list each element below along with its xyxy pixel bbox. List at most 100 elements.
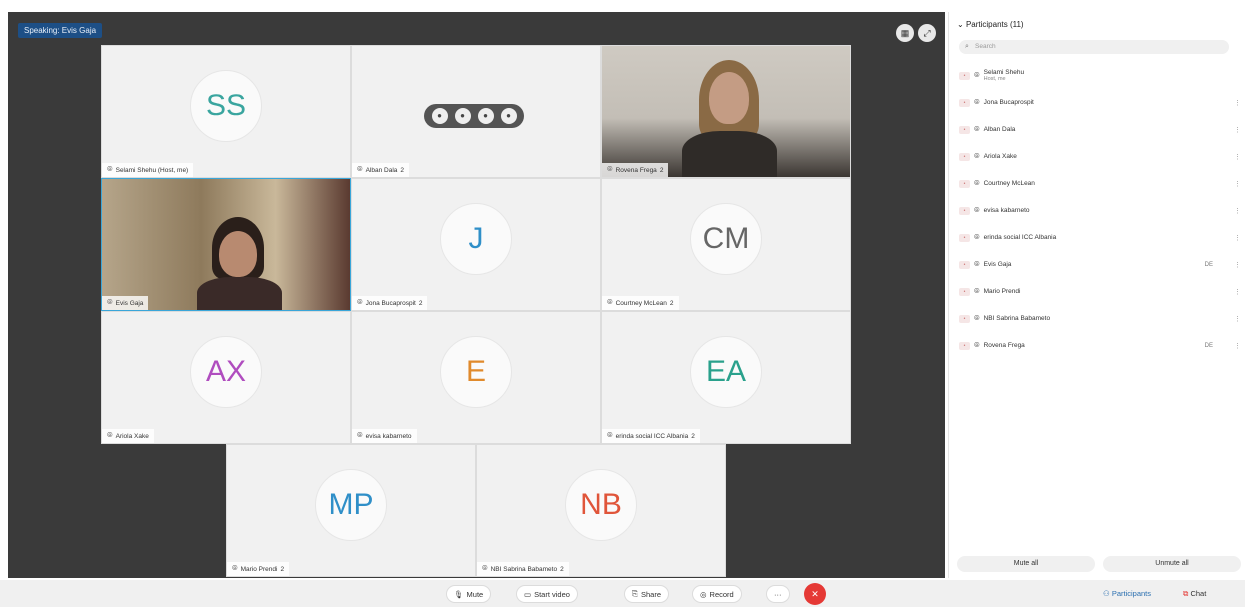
fullscreen-icon[interactable]: ⤢ [918,24,936,42]
mic-icon[interactable]: ⦾ [974,288,980,296]
participant-name: Ariola Xake [115,432,149,440]
record-button[interactable]: ◎ Record [692,585,742,603]
mute-all-button[interactable]: Mute all [957,556,1095,572]
list-item[interactable]: • ⦾ Evis Gaja DE ⋮ [959,251,1245,278]
participant-tile[interactable]: E ⦾ evisa kabarneto [351,311,601,444]
participant-role: Host, me [983,76,1006,82]
list-item[interactable]: • ⦾ Rovena Frega DE ⋮ [959,332,1245,359]
list-item[interactable]: • ⦾ Jona Bucaprospit ⋮ [959,89,1245,116]
mic-icon[interactable]: ⦾ [974,72,980,80]
mic-icon: ⦾ [107,432,113,439]
participant-tile[interactable]: CM ⦾ Courtney McLean 2 [601,178,851,311]
list-item[interactable]: • ⦾ NBI Sabrina Babameto ⋮ [959,305,1245,332]
mic-icon[interactable]: ⦾ [974,342,980,350]
participant-tile[interactable]: MP ⦾ Mario Prendi 2 [226,444,476,577]
avatar: • [959,260,970,269]
mic-icon[interactable]: ⦾ [974,99,980,107]
participant-tile[interactable]: J ⦾ Jona Bucaprospit 2 [351,178,601,311]
unmute-all-button[interactable]: Unmute all [1103,556,1241,572]
list-item[interactable]: • ⦾ Ariola Xake ⋮ [959,143,1245,170]
layout-icon[interactable]: ▦ [896,24,914,42]
status-badge: DE [1204,261,1213,268]
nameplate: ⦾ Evis Gaja [102,296,149,310]
more-icon[interactable]: ⋮ [1234,207,1241,215]
list-item[interactable]: • ⦾ erinda social ICC Albania ⋮ [959,224,1245,251]
mic-icon[interactable]: ⦾ [974,234,980,242]
participant-name-block: Selami Shehu Host, me [984,69,1024,82]
participant-tile[interactable]: ● ● ● ● ⦾ Alban Dala 2 [351,45,601,178]
end-call-button[interactable]: ✕ [804,583,826,605]
mic-icon: ⦾ [107,166,113,173]
mic-icon[interactable]: ⦾ [974,153,980,161]
more-icon[interactable]: ● [500,108,517,124]
more-icon[interactable]: ⋮ [1234,153,1241,161]
mic-icon[interactable]: ⦾ [974,180,980,188]
more-icon[interactable]: ⋮ [1234,126,1241,134]
avatar: • [959,125,970,134]
participant-name: erinda social ICC Albania [615,432,689,440]
participant-tile[interactable]: SS ⦾ Selami Shehu (Host, me) [101,45,351,178]
search-input[interactable]: ⌕ Search [959,40,1229,54]
nameplate: ⦾ Alban Dala 2 [352,163,410,177]
share-icon[interactable]: ● [477,108,494,124]
participant-video-tile[interactable]: ⦾ Rovena Frega 2 [601,45,851,178]
start-video-button[interactable]: ▭ Start video [516,585,578,603]
participant-video-tile[interactable]: ⦾ Evis Gaja [101,178,351,311]
mute-label: Mute [466,589,484,599]
list-item[interactable]: • ⦾ Alban Dala ⋮ [959,116,1245,143]
avatar-initials: J [468,222,484,256]
more-icon[interactable]: ⋮ [1234,99,1241,107]
more-icon[interactable]: ⋮ [1234,288,1241,296]
nameplate: ⦾ erinda social ICC Albania 2 [602,429,700,443]
nameplate: ⦾ Ariola Xake [102,429,154,443]
nameplate: ⦾ Jona Bucaprospit 2 [352,296,428,310]
mute-button[interactable]: 🎙 Mute [446,585,492,603]
participants-button[interactable]: ⚇ Participants [1103,589,1151,598]
chat-button[interactable]: ⧉ Chat [1183,589,1206,599]
mic-icon: ⦾ [607,432,613,439]
more-icon[interactable]: ⋮ [1234,261,1241,269]
mic-icon: ⦾ [607,166,613,173]
chevron-down-icon[interactable]: ⌄ [957,20,964,29]
participant-name: Jona Bucaprospit [365,299,416,307]
mic-icon[interactable]: ⦾ [974,315,980,323]
avatar: • [959,98,970,107]
avatar: NB [565,469,637,542]
list-item[interactable]: • ⦾ Courtney McLean ⋮ [959,170,1245,197]
list-item[interactable]: • ⦾ Mario Prendi ⋮ [959,278,1245,305]
panel-title[interactable]: ⌄ Participants (11) [957,20,1024,29]
more-icon[interactable]: ⋮ [1234,342,1241,350]
mic-icon[interactable]: ⦾ [974,261,980,269]
avatar: MP [315,469,387,542]
participant-name: evisa kabarneto [365,432,412,440]
status-badge: 2 [659,166,664,174]
more-icon[interactable]: ⋮ [1234,180,1241,188]
participant-name: Alban Dala [365,166,398,174]
mic-icon[interactable]: ● [431,108,448,124]
mic-icon: ⦾ [482,565,488,572]
mic-icon[interactable]: ⦾ [974,207,980,215]
participant-tile[interactable]: EA ⦾ erinda social ICC Albania 2 [601,311,851,444]
mic-icon: ⦾ [232,565,238,572]
participants-icon: ⚇ [1103,589,1110,598]
mic-icon: 🎙 [454,589,464,599]
mic-icon: ⦾ [357,166,363,173]
share-button[interactable]: ⎘ Share [624,585,670,603]
participant-tile[interactable]: NB ⦾ NBI Sabrina Babameto 2 [476,444,726,577]
more-icon[interactable]: ⋮ [1234,234,1241,242]
participant-name: NBI Sabrina Babameto [490,565,558,573]
speaking-indicator: Speaking: Evis Gaja [18,23,103,38]
more-button[interactable]: ··· [766,585,790,603]
video-label: Start video [534,589,570,599]
mic-icon[interactable]: ⦾ [974,126,980,134]
list-item[interactable]: • ⦾ Selami Shehu Host, me [959,62,1245,89]
avatar: • [959,341,970,350]
participant-list: • ⦾ Selami Shehu Host, me • ⦾ Jona Bucaprospi… [959,62,1245,359]
participant-tile[interactable]: AX ⦾ Ariola Xake [101,311,351,444]
video-icon[interactable]: ● [454,108,471,124]
list-item[interactable]: • ⦾ evisa kabarneto ⋮ [959,197,1245,224]
participant-name: Mario Prendi [240,565,278,573]
more-icon[interactable]: ⋮ [1234,315,1241,323]
nameplate: ⦾ Rovena Frega 2 [602,163,669,177]
avatar: • [959,71,970,80]
